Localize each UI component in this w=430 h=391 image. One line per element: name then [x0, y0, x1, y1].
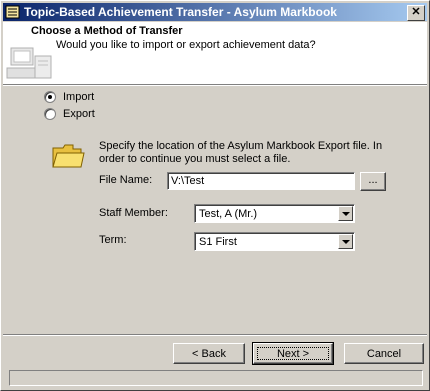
back-button[interactable]: < Back — [173, 343, 245, 364]
close-button[interactable]: ✕ — [407, 5, 425, 21]
status-bar — [9, 370, 423, 386]
window-title: Topic-Based Achievement Transfer - Asylu… — [24, 5, 337, 19]
import-radio[interactable]: Import — [44, 91, 94, 103]
file-name-input[interactable]: V:\Test — [167, 172, 355, 190]
browse-button-label: ... — [368, 174, 378, 186]
header-divider — [3, 85, 427, 86]
staff-member-value: Test, A (Mr.) — [199, 208, 258, 220]
export-radio-label: Export — [63, 108, 95, 120]
back-button-label: < Back — [192, 348, 226, 360]
staff-member-select[interactable]: Test, A (Mr.) — [194, 204, 355, 223]
cancel-button[interactable]: Cancel — [344, 343, 424, 364]
wizard-header: Choose a Method of Transfer Would you li… — [3, 22, 427, 85]
browse-button[interactable]: ... — [360, 172, 386, 191]
button-divider — [3, 334, 427, 336]
wizard-window: Topic-Based Achievement Transfer - Asylu… — [0, 0, 430, 391]
export-radio[interactable]: Export — [44, 108, 95, 120]
export-radio-dot[interactable] — [44, 108, 56, 120]
title-bar[interactable]: Topic-Based Achievement Transfer - Asylu… — [3, 3, 427, 21]
staff-member-label: Staff Member: — [99, 207, 168, 219]
import-radio-label: Import — [63, 91, 95, 103]
step-title: Choose a Method of Transfer — [31, 25, 183, 37]
next-button-label: Next > — [276, 348, 310, 360]
markbook-app-icon — [5, 5, 20, 19]
term-label: Term: — [99, 234, 127, 246]
transfer-computer-icon — [6, 47, 52, 79]
instructions-text: Specify the location of the Asylum Markb… — [99, 140, 383, 165]
chevron-down-icon[interactable] — [338, 206, 353, 221]
next-button[interactable]: Next > — [252, 342, 334, 365]
chevron-down-icon[interactable] — [338, 234, 353, 249]
import-radio-dot[interactable] — [44, 91, 56, 103]
close-icon: ✕ — [411, 6, 421, 18]
term-select[interactable]: S1 First — [194, 232, 355, 251]
step-subtitle: Would you like to import or export achie… — [56, 39, 316, 51]
term-value: S1 First — [199, 236, 237, 248]
file-name-label: File Name: — [99, 174, 153, 186]
folder-icon — [52, 144, 85, 168]
cancel-button-label: Cancel — [366, 348, 402, 360]
